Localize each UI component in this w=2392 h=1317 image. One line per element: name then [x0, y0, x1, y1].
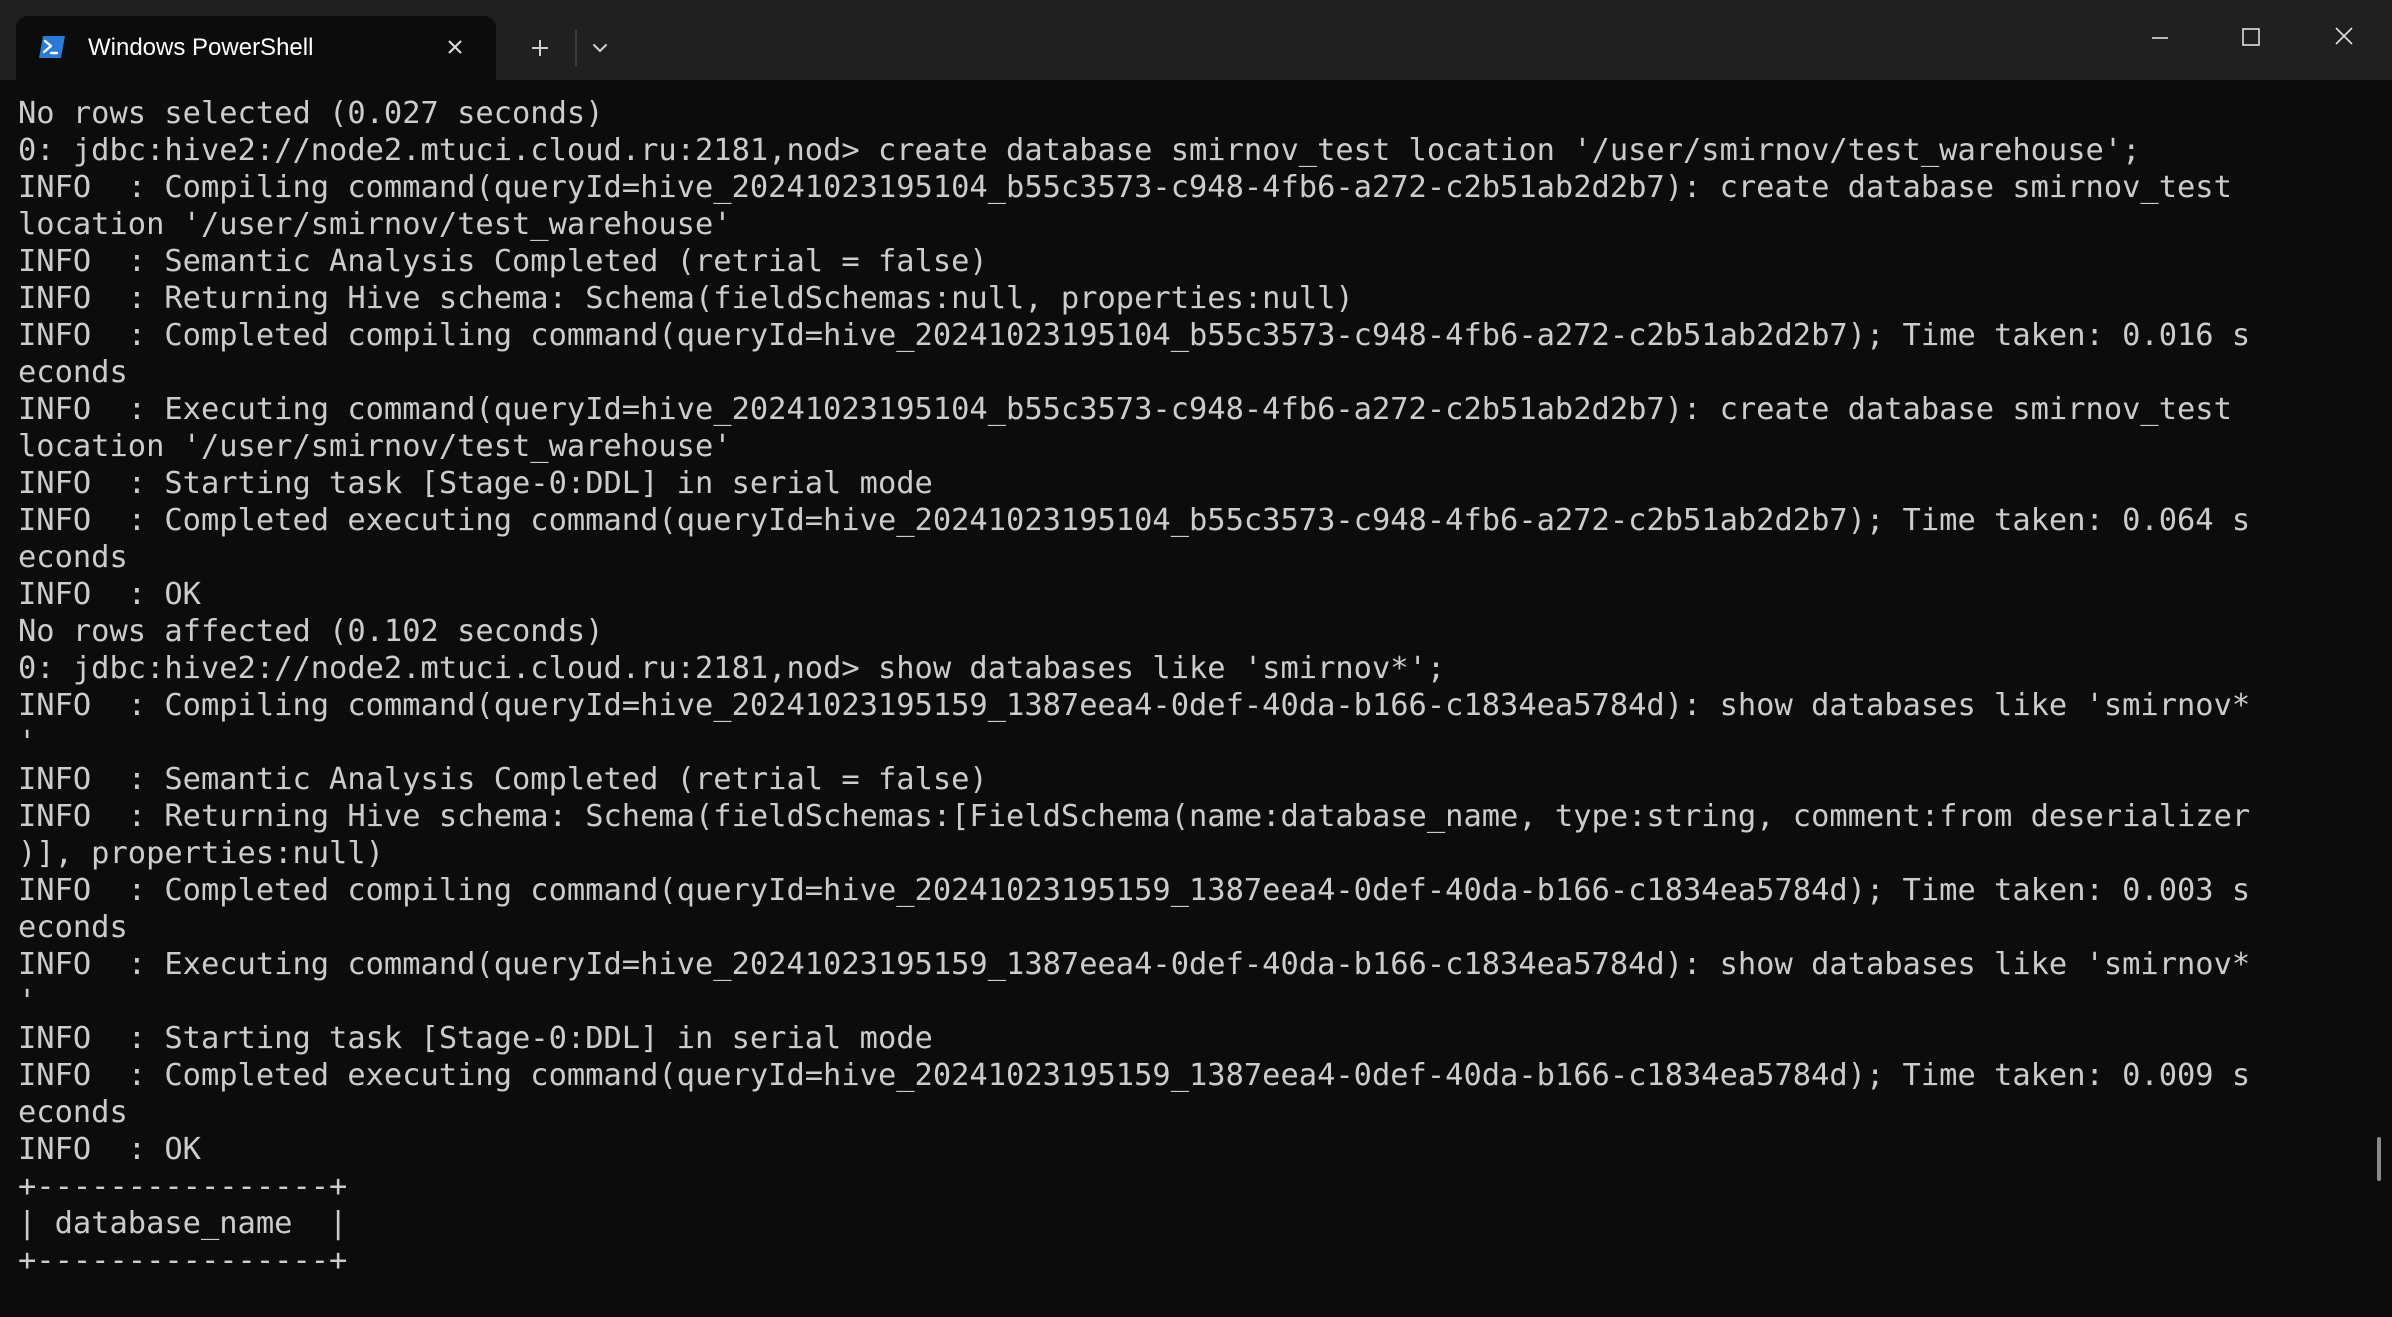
- terminal-line: | database_name |: [18, 1206, 348, 1241]
- terminal-line: econds: [18, 1095, 128, 1130]
- terminal-line: ': [18, 984, 37, 1019]
- terminal-line: INFO : Executing command(queryId=hive_20…: [18, 947, 2251, 982]
- terminal-line: INFO : Starting task [Stage-0:DDL] in se…: [18, 466, 933, 501]
- terminal-line: econds: [18, 355, 128, 390]
- terminal-line: No rows selected (0.027 seconds): [18, 96, 604, 131]
- scrollbar-thumb[interactable]: [2377, 1137, 2381, 1181]
- terminal-line: INFO : Executing command(queryId=hive_20…: [18, 392, 2232, 427]
- plus-icon[interactable]: [520, 32, 560, 64]
- maximize-icon[interactable]: [2230, 16, 2270, 56]
- powershell-window: Windows PowerShell No rows selected (0.0…: [0, 0, 2392, 1317]
- terminal-line: econds: [18, 910, 128, 945]
- terminal-line: INFO : Compiling command(queryId=hive_20…: [18, 688, 2251, 723]
- title-bar[interactable]: Windows PowerShell: [0, 0, 2392, 80]
- terminal-line: +----------------+: [18, 1169, 348, 1204]
- terminal-line: INFO : Semantic Analysis Completed (retr…: [18, 762, 988, 797]
- tab-title: Windows PowerShell: [88, 34, 314, 61]
- terminal-line: 0: jdbc:hive2://node2.mtuci.cloud.ru:218…: [18, 651, 1446, 686]
- minimize-icon[interactable]: [2140, 16, 2180, 56]
- terminal-line: INFO : OK: [18, 577, 201, 612]
- terminal-line: INFO : Completed compiling command(query…: [18, 873, 2251, 908]
- terminal-line: No rows affected (0.102 seconds): [18, 614, 604, 649]
- powershell-icon: [38, 34, 66, 60]
- terminal-line: )], properties:null): [18, 836, 384, 871]
- terminal-line: INFO : Returning Hive schema: Schema(fie…: [18, 799, 2251, 834]
- terminal-line: INFO : Compiling command(queryId=hive_20…: [18, 170, 2232, 205]
- terminal-line: location '/user/smirnov/test_warehouse': [18, 207, 732, 242]
- terminal-line: INFO : Semantic Analysis Completed (retr…: [18, 244, 988, 279]
- close-icon[interactable]: [440, 32, 470, 62]
- terminal-line: INFO : Completed executing command(query…: [18, 503, 2251, 538]
- terminal-line: +----------------+: [18, 1243, 348, 1278]
- terminal-line: 0: jdbc:hive2://node2.mtuci.cloud.ru:218…: [18, 133, 2141, 168]
- terminal-line: INFO : Starting task [Stage-0:DDL] in se…: [18, 1021, 933, 1056]
- chevron-down-icon[interactable]: [584, 32, 616, 64]
- terminal-line: INFO : Completed executing command(query…: [18, 1058, 2251, 1093]
- terminal-line: INFO : Completed compiling command(query…: [18, 318, 2251, 353]
- tab-divider: [575, 30, 577, 66]
- terminal-line: INFO : OK: [18, 1132, 201, 1167]
- terminal-line: INFO : Returning Hive schema: Schema(fie…: [18, 281, 1354, 316]
- terminal-line: econds: [18, 540, 128, 575]
- tab-windows-powershell[interactable]: Windows PowerShell: [16, 16, 496, 80]
- terminal-output[interactable]: No rows selected (0.027 seconds) 0: jdbc:…: [18, 95, 2358, 1317]
- terminal-line: location '/user/smirnov/test_warehouse': [18, 429, 732, 464]
- terminal-line: ': [18, 725, 37, 760]
- close-icon[interactable]: [2324, 16, 2364, 56]
